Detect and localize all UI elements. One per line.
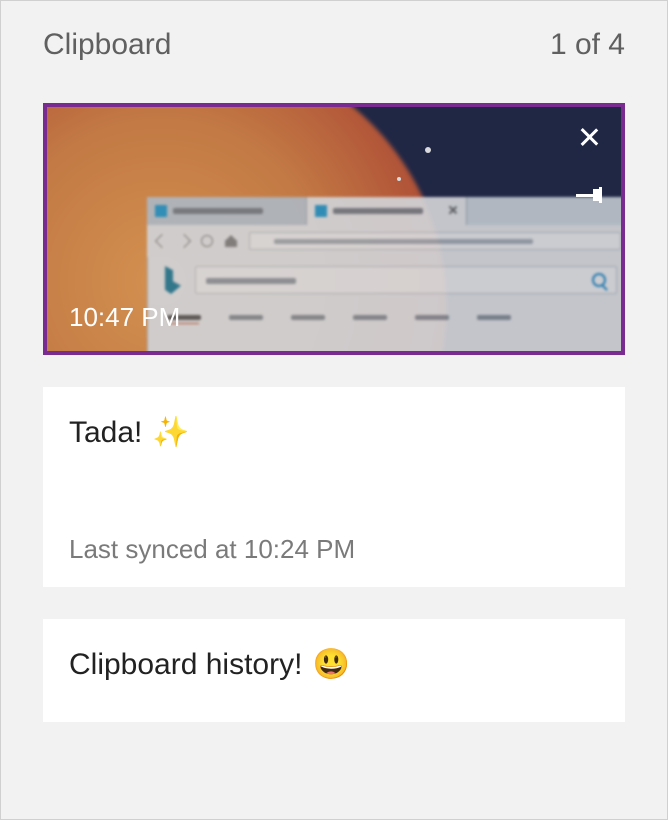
clipboard-text-content: Clipboard history! 😃 — [69, 647, 599, 682]
clipboard-panel: Clipboard 1 of 4 — [0, 0, 668, 820]
sparkles-icon: ✨ — [152, 415, 189, 450]
clipboard-text-content: Tada! ✨ — [69, 415, 599, 450]
delete-item-button[interactable] — [571, 119, 607, 155]
text-value: Tada! — [69, 416, 142, 450]
clipboard-item-text[interactable]: Clipboard history! 😃 — [43, 619, 625, 722]
sync-status: Last synced at 10:24 PM — [69, 464, 599, 565]
clipboard-item-image[interactable]: 10:47 PM — [43, 103, 625, 355]
clipboard-item-text[interactable]: Tada! ✨ Last synced at 10:24 PM — [43, 387, 625, 587]
item-timestamp: 10:47 PM — [69, 302, 180, 333]
close-icon — [578, 126, 600, 148]
item-counter: 1 of 4 — [550, 28, 625, 62]
clipboard-list[interactable]: 10:47 PM Tada! ✨ Last synced at 10:24 PM… — [1, 71, 667, 819]
grin-icon: 😃 — [312, 647, 349, 682]
pin-item-button[interactable] — [571, 177, 607, 213]
panel-header: Clipboard 1 of 4 — [1, 1, 667, 71]
item-actions — [571, 119, 607, 213]
text-value: Clipboard history! — [69, 648, 302, 682]
panel-title: Clipboard — [43, 28, 171, 62]
pin-icon — [576, 186, 602, 204]
